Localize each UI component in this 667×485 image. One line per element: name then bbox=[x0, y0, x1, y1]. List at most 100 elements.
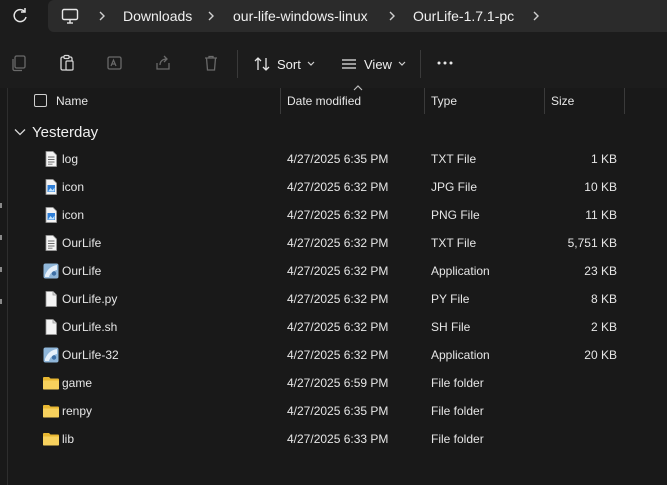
chevron-down-icon bbox=[14, 129, 26, 136]
chevron-right-icon[interactable] bbox=[206, 10, 216, 22]
file-date-modified: 4/27/2025 6:35 PM bbox=[287, 404, 389, 418]
column-header-date-modified[interactable]: Date modified bbox=[287, 88, 361, 114]
folder-icon bbox=[42, 374, 60, 392]
rename-icon[interactable] bbox=[106, 54, 124, 72]
file-row[interactable]: OurLife 4/27/2025 6:32 PM Application 23 KB bbox=[8, 257, 667, 285]
file-row[interactable]: OurLife.py 4/27/2025 6:32 PM PY File 8 KB bbox=[8, 285, 667, 313]
more-options-icon[interactable] bbox=[436, 54, 454, 72]
chevron-down-icon bbox=[307, 61, 315, 66]
nav-pane-marker bbox=[0, 299, 2, 304]
file-type: TXT File bbox=[431, 152, 477, 166]
column-header-row: Name Date modified Type Size bbox=[8, 85, 667, 114]
file-name: icon bbox=[62, 208, 85, 222]
file-date-modified: 4/27/2025 6:32 PM bbox=[287, 320, 389, 334]
file-name: renpy bbox=[62, 404, 93, 418]
column-header-type[interactable]: Type bbox=[431, 88, 457, 114]
column-divider[interactable] bbox=[544, 88, 545, 114]
file-date-modified: 4/27/2025 6:35 PM bbox=[287, 152, 389, 166]
select-all-checkbox[interactable] bbox=[34, 94, 47, 107]
copy-icon[interactable] bbox=[10, 54, 28, 72]
paste-icon[interactable] bbox=[58, 54, 76, 72]
file-date-modified: 4/27/2025 6:32 PM bbox=[287, 348, 389, 362]
file-size: 8 KB bbox=[590, 292, 617, 306]
breadcrumb-ourlife-1-7-1-pc[interactable]: OurLife-1.7.1-pc bbox=[413, 8, 514, 24]
column-divider[interactable] bbox=[624, 88, 625, 114]
file-date-modified: 4/27/2025 6:32 PM bbox=[287, 292, 389, 306]
file-size: 5,751 KB bbox=[567, 236, 617, 250]
file-type: Application bbox=[431, 264, 490, 278]
file-row[interactable]: lib 4/27/2025 6:33 PM File folder bbox=[8, 425, 667, 453]
view-button[interactable]: View bbox=[340, 54, 412, 74]
file-name: OurLife-32 bbox=[62, 348, 119, 362]
breadcrumb-our-life-windows-linux[interactable]: our-life-windows-linux bbox=[233, 8, 368, 24]
address-bar-area: Downloads our-life-windows-linux OurLife… bbox=[0, 0, 667, 34]
file-type: JPG File bbox=[431, 180, 478, 194]
column-divider[interactable] bbox=[280, 88, 281, 114]
chevron-down-icon bbox=[398, 61, 406, 66]
sort-button[interactable]: Sort bbox=[253, 54, 321, 74]
toolbar-divider bbox=[420, 50, 421, 78]
this-pc-icon[interactable] bbox=[61, 7, 79, 25]
file-row[interactable]: icon 4/27/2025 6:32 PM JPG File 10 KB bbox=[8, 173, 667, 201]
file-date-modified: 4/27/2025 6:32 PM bbox=[287, 236, 389, 250]
file-row[interactable]: OurLife.sh 4/27/2025 6:32 PM SH File 2 KB bbox=[8, 313, 667, 341]
column-header-size[interactable]: Size bbox=[551, 88, 574, 114]
view-label: View bbox=[364, 56, 392, 72]
blank-file-icon bbox=[42, 318, 60, 336]
chevron-right-icon[interactable] bbox=[531, 10, 541, 22]
sort-icon bbox=[254, 57, 270, 71]
file-row[interactable]: OurLife 4/27/2025 6:32 PM TXT File 5,751 KB bbox=[8, 229, 667, 257]
file-row[interactable]: renpy 4/27/2025 6:35 PM File folder bbox=[8, 397, 667, 425]
breadcrumb-downloads[interactable]: Downloads bbox=[123, 8, 192, 24]
file-type: File folder bbox=[431, 404, 484, 418]
file-date-modified: 4/27/2025 6:32 PM bbox=[287, 264, 389, 278]
file-type: Application bbox=[431, 348, 490, 362]
file-date-modified: 4/27/2025 6:59 PM bbox=[287, 376, 389, 390]
folder-icon bbox=[42, 430, 60, 448]
file-type: TXT File bbox=[431, 236, 477, 250]
file-row[interactable]: game 4/27/2025 6:59 PM File folder bbox=[8, 369, 667, 397]
file-name: OurLife bbox=[62, 264, 102, 278]
blank-file-icon bbox=[42, 290, 60, 308]
column-divider[interactable] bbox=[424, 88, 425, 114]
address-box[interactable]: Downloads our-life-windows-linux OurLife… bbox=[48, 0, 667, 32]
text-file-icon bbox=[42, 150, 60, 168]
application-icon bbox=[42, 346, 60, 364]
file-type: PNG File bbox=[431, 208, 480, 222]
file-date-modified: 4/27/2025 6:32 PM bbox=[287, 208, 389, 222]
file-size: 23 KB bbox=[584, 264, 617, 278]
application-icon bbox=[42, 262, 60, 280]
nav-pane-marker bbox=[0, 203, 2, 208]
file-name: lib bbox=[62, 432, 75, 446]
file-name: OurLife.py bbox=[62, 292, 118, 306]
chevron-right-icon[interactable] bbox=[387, 10, 397, 22]
refresh-icon[interactable] bbox=[11, 7, 29, 25]
group-header-yesterday[interactable]: Yesterday bbox=[14, 122, 98, 142]
column-header-name[interactable]: Name bbox=[56, 88, 88, 114]
nav-pane-marker bbox=[0, 267, 2, 272]
file-size: 2 KB bbox=[590, 320, 617, 334]
file-name: icon bbox=[62, 180, 85, 194]
image-file-icon bbox=[42, 178, 60, 196]
image-file-icon bbox=[42, 206, 60, 224]
file-row[interactable]: icon 4/27/2025 6:32 PM PNG File 11 KB bbox=[8, 201, 667, 229]
file-size: 11 KB bbox=[585, 208, 617, 222]
file-size: 1 KB bbox=[590, 152, 617, 166]
file-date-modified: 4/27/2025 6:33 PM bbox=[287, 432, 389, 446]
share-icon[interactable] bbox=[154, 54, 172, 72]
file-name: log bbox=[62, 152, 79, 166]
folder-icon bbox=[42, 402, 60, 420]
file-row[interactable]: log 4/27/2025 6:35 PM TXT File 1 KB bbox=[8, 145, 667, 173]
file-size: 10 KB bbox=[584, 180, 617, 194]
file-name: OurLife bbox=[62, 236, 102, 250]
file-date-modified: 4/27/2025 6:32 PM bbox=[287, 180, 389, 194]
nav-pane-marker bbox=[0, 235, 2, 240]
sort-label: Sort bbox=[277, 56, 301, 72]
chevron-right-icon[interactable] bbox=[97, 10, 107, 22]
view-icon bbox=[342, 59, 356, 69]
file-name: game bbox=[62, 376, 93, 390]
command-bar: Sort View bbox=[0, 34, 667, 88]
file-row[interactable]: OurLife-32 4/27/2025 6:32 PM Application 20… bbox=[8, 341, 667, 369]
delete-icon[interactable] bbox=[202, 54, 220, 72]
file-type: PY File bbox=[431, 292, 470, 306]
